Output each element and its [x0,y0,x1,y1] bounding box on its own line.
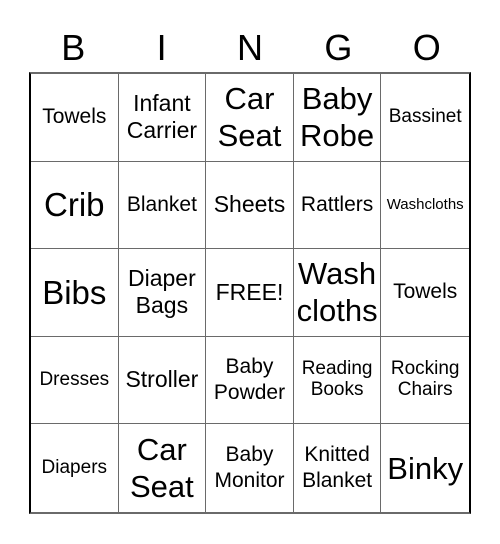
cell-label: Infant Carrier [126,89,198,144]
bingo-card: B I N G O Towels Infant Carrier Car Seat Ba… [0,0,500,544]
cell-label: Sheets [213,191,286,218]
bingo-cell[interactable]: Wash cloths [293,249,382,337]
bingo-cell[interactable]: Stroller [118,336,207,425]
bingo-cell[interactable]: Car Seat [119,424,207,512]
cell-label: Diapers [41,456,108,478]
cell-label: Car Seat [217,81,282,154]
bingo-cell[interactable]: Blanket [118,161,207,250]
bingo-cell[interactable]: Bibs [31,249,119,337]
cell-label: Reading Books [301,358,373,401]
cell-label: Baby Monitor [214,442,285,493]
bingo-cell[interactable]: Rocking Chairs [381,337,469,425]
cell-label: Car Seat [130,432,194,505]
bingo-cell[interactable]: Baby Monitor [206,424,294,512]
bingo-cell[interactable]: Car Seat [206,74,294,162]
bingo-header: B I N G O [29,24,471,72]
header-letter-i: I [156,27,167,68]
cell-label: Bibs [42,273,107,311]
bingo-cell[interactable]: Diapers [31,424,119,512]
bingo-cell[interactable]: Binky [381,424,469,512]
bingo-cell[interactable]: Baby Powder [206,336,294,425]
header-letter-n: N [236,27,263,68]
cell-label: Bassinet [388,105,462,127]
cell-label: Rattlers [300,192,374,216]
cell-label: FREE! [215,278,284,305]
cell-label: Diaper Bags [128,264,196,319]
free-space-cell[interactable]: FREE! [206,249,294,337]
cell-label: Baby Robe [300,81,375,154]
bingo-cell[interactable]: Baby Robe [293,74,382,162]
bingo-cell[interactable]: Diaper Bags [118,249,207,337]
cell-label: Blanket [126,192,197,216]
cell-label: Binky [387,450,464,486]
bingo-cell[interactable]: Infant Carrier [118,74,207,162]
bingo-cell[interactable]: Reading Books [293,336,382,425]
header-letter-o: O [412,27,441,68]
cell-label: Towels [42,105,107,129]
cell-label: Crib [44,186,105,224]
bingo-cell[interactable]: Bassinet [381,74,469,162]
header-letter-b: B [61,27,86,68]
bingo-cell[interactable]: Crib [31,161,119,250]
cell-label: Washcloths [386,195,464,213]
bingo-cell[interactable]: Knitted Blanket [294,424,382,512]
bingo-cell[interactable]: Washcloths [381,162,469,250]
cell-label: Knitted Blanket [302,442,373,493]
bingo-cell[interactable]: Sheets [206,161,294,250]
cell-label: Baby Powder [213,354,286,405]
bingo-cell[interactable]: Dresses [31,336,119,425]
cell-label: Towels [393,280,458,304]
bingo-cell[interactable]: Rattlers [293,161,382,250]
cell-label: Dresses [39,368,110,390]
header-letter-g: G [324,27,353,68]
bingo-grid: Towels Infant Carrier Car Seat Baby Robe Bas… [29,72,471,514]
cell-label: Stroller [125,366,199,393]
bingo-cell[interactable]: Towels [381,249,469,337]
bingo-cell[interactable]: Towels [31,74,119,162]
cell-label: Wash cloths [296,256,378,329]
cell-label: Rocking Chairs [390,358,460,401]
